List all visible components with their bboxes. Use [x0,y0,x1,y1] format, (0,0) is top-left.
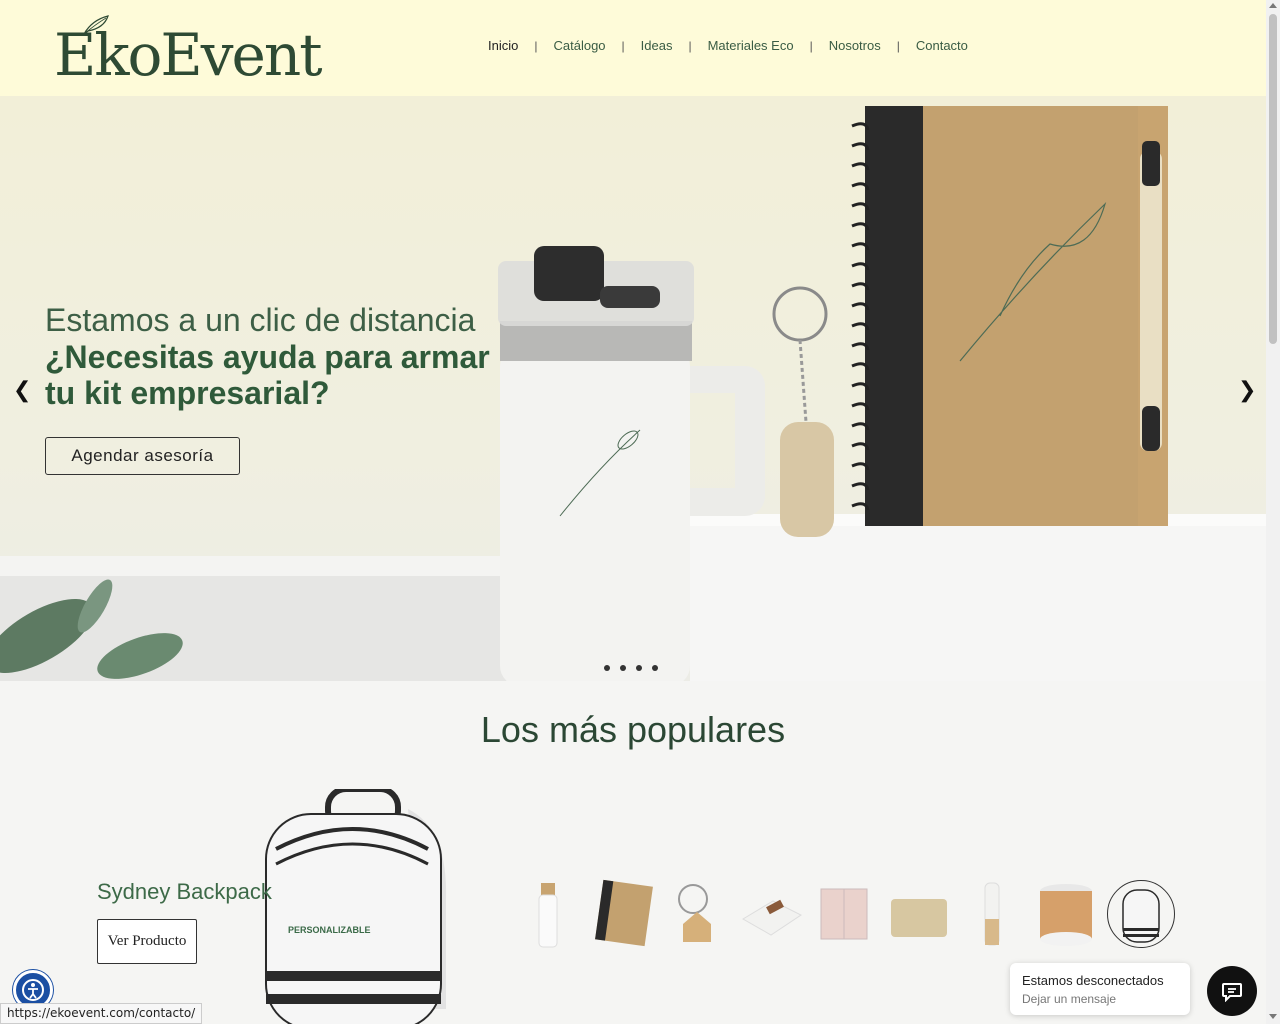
accessibility-icon [22,979,44,1001]
slider-dot[interactable] [620,665,626,671]
hero-slider: Estamos a un clic de distancia ¿Necesita… [0,96,1266,681]
hero-kicker: Estamos a un clic de distancia [45,302,476,338]
agendar-asesoria-button[interactable]: Agendar asesoría [45,437,240,475]
thumb-notebook[interactable] [589,879,655,949]
main-nav: Inicio | Catálogo | Ideas | Materiales E… [472,38,984,53]
ekoevent-logo[interactable]: EkoEvent [54,14,324,86]
thumb-glass-bottle[interactable] [959,879,1025,949]
nav-ideas[interactable]: Ideas [625,38,689,53]
page-scrollbar[interactable] [1266,0,1280,1024]
thumb-keychain[interactable] [663,879,729,949]
chevron-left-icon[interactable]: ❮ [13,378,31,403]
section-title: Los más populares [480,709,786,750]
logo-wordmark: EkoEvent [54,21,322,89]
product-name: Sydney Backpack [97,879,272,904]
hero-title: ¿Necesitas ayuda para armar tu kit empre… [45,339,490,411]
chat-subtitle: Dejar un mensaje [1022,992,1117,1006]
thumb-bottle[interactable] [515,879,581,949]
chevron-right-icon[interactable]: ❯ [1238,378,1256,403]
nav-materiales-eco[interactable]: Materiales Eco [692,38,810,53]
chat-offline-bubble[interactable]: Estamos desconectados Dejar un mensaje [1010,963,1190,1015]
backpack-print: PERSONALIZABLE [288,925,371,935]
scroll-down-icon[interactable] [1269,1014,1277,1019]
chat-icon [1222,983,1242,1002]
scroll-thumb[interactable] [1269,14,1277,344]
nav-catalogo[interactable]: Catálogo [537,38,621,53]
nav-contacto[interactable]: Contacto [900,38,984,53]
ver-producto-button[interactable]: Ver Producto [97,919,197,964]
chat-title: Estamos desconectados [1022,973,1164,988]
chat-open-button[interactable] [1207,966,1257,1016]
thumb-cube[interactable] [811,879,877,949]
featured-backpack-image: PERSONALIZABLE [265,789,447,1024]
thumb-pouch[interactable] [885,879,951,949]
thumb-speaker[interactable] [1033,879,1099,949]
slider-dots [604,665,658,671]
product-thumbnails [515,879,1175,949]
scroll-up-icon[interactable] [1269,3,1277,8]
slider-dot[interactable] [636,665,642,671]
thumb-towel[interactable] [737,879,803,949]
nav-nosotros[interactable]: Nosotros [813,38,897,53]
hero-text-block: Estamos a un clic de distancia ¿Necesita… [45,301,515,411]
slider-dot[interactable] [652,665,658,671]
status-bar-url: https://ekoevent.com/contacto/ [0,1003,203,1024]
thumb-backpack[interactable] [1107,880,1175,948]
nav-inicio[interactable]: Inicio [472,38,534,53]
slider-dot[interactable] [604,665,610,671]
site-header: EkoEvent Inicio | Catálogo | Ideas | Mat… [0,0,1266,96]
